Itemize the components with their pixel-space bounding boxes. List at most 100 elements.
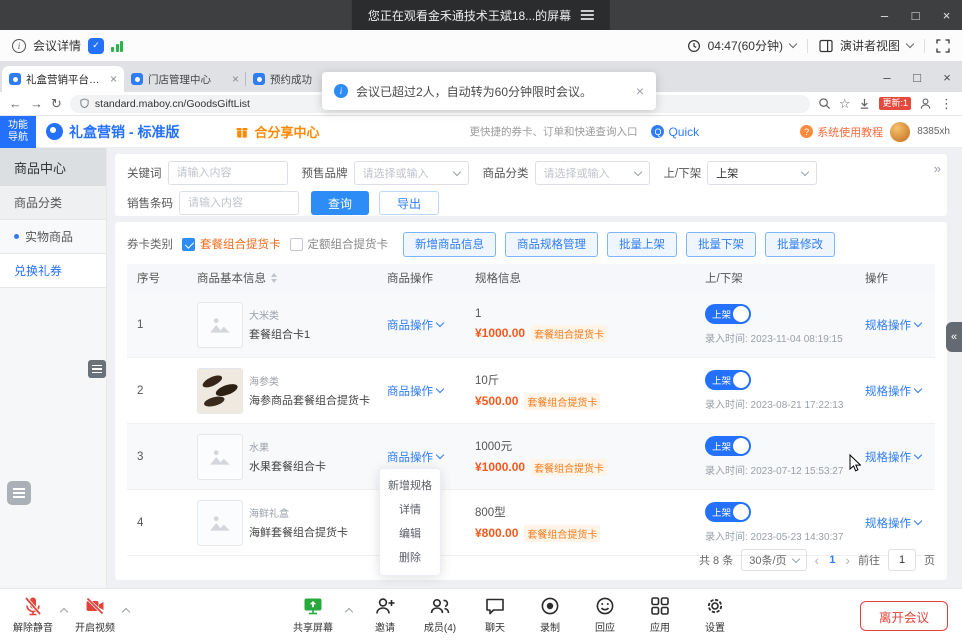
quick-link[interactable]: Q Quick <box>651 125 699 139</box>
category-select[interactable]: 请选择或输入 <box>535 161 650 185</box>
start-video-button[interactable]: 开启视频 <box>70 595 120 634</box>
share-options-chevron[interactable] <box>343 605 355 615</box>
expand-panel-handle[interactable]: « <box>946 322 962 352</box>
tab-close-icon[interactable]: × <box>232 72 239 86</box>
record-button[interactable]: 录制 <box>525 595 575 634</box>
profile-icon[interactable] <box>919 97 932 110</box>
browser-close-button[interactable]: × <box>932 62 962 92</box>
brand-select[interactable]: 请选择或输入 <box>354 161 469 185</box>
product-image-placeholder[interactable] <box>197 500 243 546</box>
shelf-toggle[interactable]: 上架 <box>705 370 751 390</box>
shelf-select[interactable]: 上架 <box>707 161 817 185</box>
sidebar-item-product-category[interactable]: 商品分类 <box>0 186 106 220</box>
product-image-photo[interactable] <box>197 368 243 414</box>
chat-button[interactable]: 聊天 <box>470 595 520 634</box>
settings-button[interactable]: 设置 <box>690 595 740 634</box>
product-row-4[interactable]: 4 海鲜礼盒海鲜套餐组合提货卡 800型¥800.00套餐组合提货卡 上架录入时… <box>127 490 935 556</box>
close-button[interactable]: × <box>931 0 962 30</box>
browser-menu-icon[interactable]: ⋮ <box>940 97 953 110</box>
video-options-chevron[interactable] <box>120 605 132 615</box>
product-op-dropdown[interactable]: 商品操作 <box>387 383 443 399</box>
product-row-2[interactable]: 2 海参类海参商品套餐组合提货卡 商品操作 10斤¥500.00套餐组合提货卡 … <box>127 358 935 424</box>
share-center-link[interactable]: 合分享中心 <box>235 122 319 141</box>
search-button[interactable]: 查询 <box>311 191 369 215</box>
collapse-filters-icon[interactable]: » <box>934 161 939 176</box>
timer-dropdown-chevron[interactable] <box>789 40 797 48</box>
spec-op-dropdown[interactable]: 规格操作 <box>865 383 921 399</box>
batch-on-shelf-button[interactable]: 批量上架 <box>607 232 677 257</box>
mute-options-chevron[interactable] <box>58 605 70 615</box>
leave-meeting-button[interactable]: 离开会议 <box>860 601 948 631</box>
invite-button[interactable]: 邀请 <box>360 595 410 634</box>
feedback-widget-icon[interactable] <box>7 481 31 505</box>
menu-item-add-spec[interactable]: 新增规格 <box>380 474 440 498</box>
next-page-button[interactable]: › <box>845 552 850 568</box>
function-nav-button[interactable]: 功能 导航 <box>0 116 36 148</box>
sidebar-drag-handle[interactable] <box>88 360 106 378</box>
spec-op-dropdown[interactable]: 规格操作 <box>865 449 921 465</box>
keyword-input[interactable] <box>168 161 288 185</box>
shelf-toggle[interactable]: 上架 <box>705 304 751 324</box>
browser-tab-gift-admin[interactable]: 礼盒营销平台管理中心 × <box>2 66 124 92</box>
view-dropdown-chevron[interactable] <box>906 40 914 48</box>
shelf-toggle[interactable]: 上架 <box>705 502 751 522</box>
meeting-details-link[interactable]: 会议详情 <box>33 37 81 54</box>
security-shield-icon[interactable]: ✓ <box>88 38 104 54</box>
export-button[interactable]: 导出 <box>379 191 439 215</box>
menu-item-details[interactable]: 详情 <box>380 498 440 522</box>
reactions-button[interactable]: 回应 <box>580 595 630 634</box>
sidebar-item-exchange-voucher[interactable]: 兑换礼券 <box>0 254 106 288</box>
page-size-select[interactable]: 30条/页 <box>741 549 806 571</box>
spec-op-dropdown[interactable]: 规格操作 <box>865 317 921 333</box>
sidebar-section-product-center[interactable]: 商品中心 <box>0 148 106 186</box>
product-image-placeholder[interactable] <box>197 434 243 480</box>
current-page[interactable]: 1 <box>827 554 837 566</box>
avatar[interactable] <box>890 122 910 142</box>
update-badge[interactable]: 更新:1 <box>879 97 911 110</box>
menu-item-delete[interactable]: 删除 <box>380 546 440 570</box>
column-header-basic-info[interactable]: 商品基本信息 <box>187 270 377 286</box>
goto-page-input[interactable] <box>888 549 916 571</box>
maximize-button[interactable]: □ <box>900 0 931 30</box>
batch-off-shelf-button[interactable]: 批量下架 <box>686 232 756 257</box>
product-op-dropdown-open[interactable]: 商品操作 <box>387 449 443 465</box>
sidebar-item-physical-goods[interactable]: 实物商品 <box>0 220 106 254</box>
product-op-dropdown[interactable]: 商品操作 <box>387 317 443 333</box>
reload-icon[interactable]: ↻ <box>51 97 62 110</box>
barcode-input[interactable] <box>179 191 299 215</box>
sort-icon[interactable] <box>271 273 277 283</box>
divider <box>924 39 925 53</box>
browser-maximize-button[interactable]: □ <box>902 62 932 92</box>
spec-manage-button[interactable]: 商品规格管理 <box>505 232 598 257</box>
members-button[interactable]: 成员(4) <box>415 595 465 634</box>
forward-icon[interactable]: → <box>30 97 43 110</box>
share-screen-button[interactable]: 共享屏幕 <box>288 595 338 634</box>
bookmark-star-icon[interactable]: ☆ <box>839 97 851 110</box>
toast-close-icon[interactable]: × <box>636 83 644 99</box>
product-row-1[interactable]: 1 大米类套餐组合卡1 商品操作 1¥1000.00套餐组合提货卡 上架录入时间… <box>127 292 935 358</box>
banner-menu-icon[interactable] <box>581 10 594 20</box>
shelf-toggle[interactable]: 上架 <box>705 436 751 456</box>
spec-op-dropdown[interactable]: 规格操作 <box>865 515 921 531</box>
search-icon[interactable] <box>818 97 831 110</box>
tab-close-icon[interactable]: × <box>110 72 117 86</box>
tutorial-link[interactable]: ? 系统使用教程 <box>800 124 883 140</box>
menu-item-edit[interactable]: 编辑 <box>380 522 440 546</box>
minimize-button[interactable]: – <box>869 0 900 30</box>
back-icon[interactable]: ← <box>9 97 22 110</box>
browser-minimize-button[interactable]: – <box>872 62 902 92</box>
view-mode-selector[interactable]: 演讲者视图 <box>840 37 900 54</box>
fullscreen-icon[interactable] <box>936 39 950 53</box>
unmute-button[interactable]: 解除静音 <box>8 595 58 634</box>
package-card-checkbox[interactable]: 套餐组合提货卡 <box>182 236 281 252</box>
entry-time: 录入时间: 2023-05-23 14:30:37 <box>705 528 855 543</box>
product-image-placeholder[interactable] <box>197 302 243 348</box>
add-product-button[interactable]: 新增商品信息 <box>403 232 496 257</box>
download-icon[interactable] <box>858 97 871 110</box>
prev-page-button[interactable]: ‹ <box>815 552 820 568</box>
product-row-3[interactable]: 3 水果水果套餐组合卡 商品操作 1000元¥1000.00套餐组合提货卡 上架… <box>127 424 935 490</box>
browser-tab-store-admin[interactable]: 门店管理中心 × <box>124 66 246 92</box>
fixed-card-checkbox[interactable]: 定额组合提货卡 <box>290 236 389 252</box>
batch-edit-button[interactable]: 批量修改 <box>765 232 835 257</box>
apps-button[interactable]: 应用 <box>635 595 685 634</box>
